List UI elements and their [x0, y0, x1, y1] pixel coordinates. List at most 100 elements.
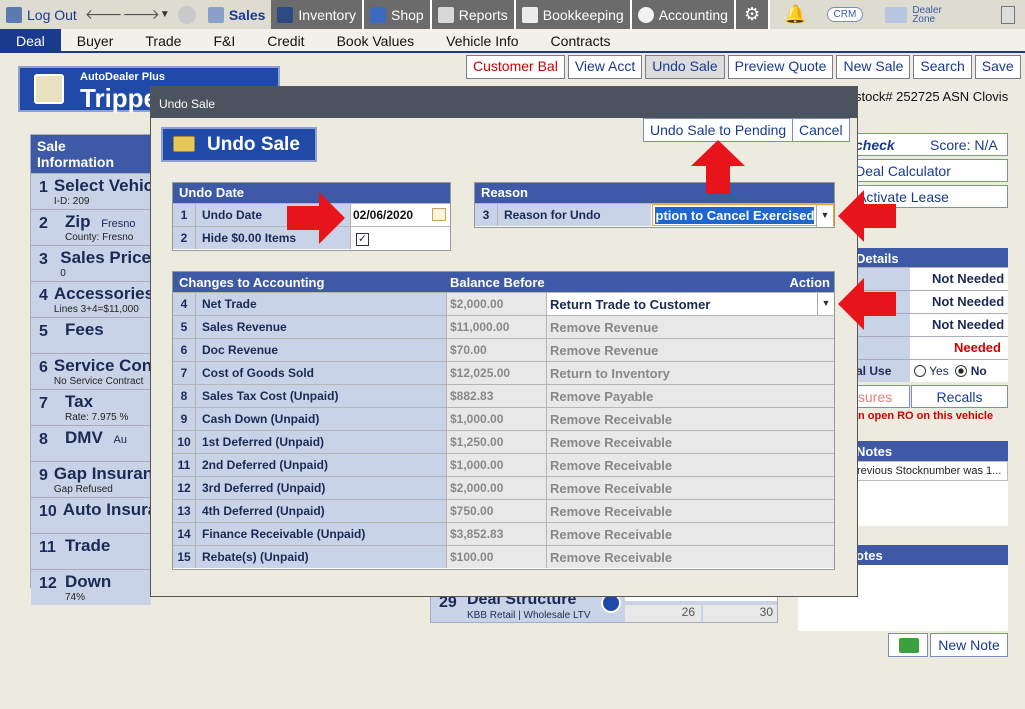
sale-info-row[interactable]: 3 Sales Price 0: [31, 245, 151, 281]
dealer-zone-button[interactable]: Dealer Zone: [879, 0, 947, 29]
stock-number: stock# 252725 ASN Clovis: [855, 89, 1009, 104]
sale-info-row[interactable]: 1 Select Vehicle I-D: 209: [31, 173, 168, 209]
sale-information-panel: Sale Information 1 Select Vehicle I-D: 209…: [30, 134, 190, 605]
preview-quote-button[interactable]: Preview Quote: [727, 55, 834, 79]
action-value: Remove Revenue: [546, 339, 834, 361]
hide-zero-checkbox[interactable]: ✓: [356, 233, 369, 246]
tab-buyer[interactable]: Buyer: [61, 29, 130, 51]
tab-book-values[interactable]: Book Values: [321, 29, 431, 51]
reason-select[interactable]: ption to Cancel Exercised ▼: [651, 204, 834, 227]
chevron-down-icon[interactable]: ▼: [816, 205, 833, 227]
radio-yes[interactable]: [914, 365, 926, 377]
user-icon[interactable]: [177, 5, 196, 24]
search-button[interactable]: Search: [913, 55, 972, 79]
save-button[interactable]: Save: [974, 55, 1021, 79]
view-acct-button[interactable]: View Acct: [567, 55, 643, 79]
sale-info-row[interactable]: 8 DMV Au: [31, 425, 151, 461]
calculator-button[interactable]: [995, 0, 1025, 29]
open-ro-warning: n open RO on this vehicle: [858, 410, 994, 422]
report-icon: [437, 6, 454, 23]
arrow-annotation-reason: [838, 190, 896, 242]
recalls-button[interactable]: Recalls: [911, 385, 1008, 408]
notifications-button[interactable]: 🔔: [770, 0, 820, 29]
sub-nav: Deal Buyer Trade F&I Credit Book Values …: [0, 29, 1025, 53]
nav-accounting[interactable]: Accounting: [631, 0, 736, 29]
tab-trade[interactable]: Trade: [129, 29, 197, 51]
calendar-icon[interactable]: [432, 208, 446, 221]
cancel-button[interactable]: Cancel: [792, 118, 850, 142]
sale-information-header: Sale Information: [31, 135, 151, 173]
radio-no[interactable]: [955, 365, 968, 377]
new-sale-button[interactable]: New Sale: [836, 55, 911, 79]
undo-sale-dialog: Undo Sale Undo Sale Undo Sale to Pending…: [150, 86, 858, 597]
nav-sales[interactable]: Sales: [201, 0, 272, 29]
sale-info-row[interactable]: 12 Down 74%: [31, 569, 151, 605]
bell-icon: 🔔: [784, 4, 807, 24]
settings-button[interactable]: ⚙: [735, 0, 771, 29]
action-value: Remove Revenue: [546, 316, 834, 338]
customer-bal-button[interactable]: Customer Bal: [466, 55, 565, 79]
accounting-row: 13 4th Deferred (Unpaid) $750.00 Remove Rec…: [173, 499, 834, 522]
accounting-changes-table: Changes to Accounting Balance Before Act…: [172, 271, 835, 570]
undo-sale-to-pending-button[interactable]: Undo Sale to Pending: [643, 118, 794, 142]
undo-date-input[interactable]: 02/06/2020: [350, 204, 450, 226]
action-value: Remove Payable: [546, 385, 834, 407]
salesperson-icon: [207, 6, 224, 23]
accounting-row: 5 Sales Revenue $11,000.00 Remove Revenue: [173, 315, 834, 338]
tab-contracts[interactable]: Contracts: [535, 29, 627, 51]
sale-info-row[interactable]: 10 Auto Insurance: [31, 497, 187, 533]
pie-chart-icon: [637, 6, 654, 23]
logout-link[interactable]: Log Out 🡐 🡒 ▼: [0, 0, 202, 29]
accounting-row: 15 Rebate(s) (Unpaid) $100.00 Remove Receiv…: [173, 545, 834, 568]
deal-structure-row[interactable]: 29 Deal Structure KBB Retail | Wholesale…: [430, 588, 778, 623]
tab-deal[interactable]: Deal: [0, 29, 61, 51]
folder-icon: [173, 136, 195, 152]
car-icon: [277, 6, 294, 23]
action-value: Remove Receivable: [546, 454, 834, 476]
tab-credit[interactable]: Credit: [251, 29, 320, 51]
nav-bookkeeping[interactable]: Bookkeeping: [515, 0, 632, 29]
chevron-down-icon[interactable]: ▼: [160, 9, 170, 20]
crm-cloud-icon: CRM: [826, 7, 864, 22]
add-note-icon-button[interactable]: [888, 633, 928, 657]
deal-toolbar: Customer Bal View Acct Undo Sale Preview…: [466, 55, 1021, 79]
sale-info-row[interactable]: 5 Fees: [31, 317, 151, 353]
accounting-row: 14 Finance Receivable (Unpaid) $3,852.83 Re…: [173, 522, 834, 545]
reason-row: 3 Reason for Undo ption to Cancel Exerci…: [475, 203, 834, 227]
forward-icon[interactable]: 🡒: [122, 6, 160, 23]
nav-shop[interactable]: Shop: [364, 0, 432, 29]
accounting-row: 6 Doc Revenue $70.00 Remove Revenue: [173, 338, 834, 361]
sale-info-row[interactable]: 11 Trade: [31, 533, 151, 569]
chevron-down-icon[interactable]: ▼: [817, 293, 834, 315]
action-select[interactable]: Return Trade to Customer ▼: [546, 293, 834, 315]
sale-info-row[interactable]: 7 Tax Rate: 7.975 %: [31, 389, 151, 425]
folder-add-icon: [899, 638, 919, 653]
action-value: Remove Receivable: [546, 477, 834, 499]
arrow-annotation-date: [287, 192, 345, 244]
undo-sale-button[interactable]: Undo Sale: [645, 55, 725, 79]
sale-info-row[interactable]: 2 Zip Fresno County: Fresno: [31, 209, 151, 245]
accounting-row: 4 Net Trade $2,000.00 Return Trade to Custo…: [173, 292, 834, 315]
accounting-row: 7 Cost of Goods Sold $12,025.00 Return to I…: [173, 361, 834, 384]
action-value: Remove Receivable: [546, 431, 834, 453]
tab-vehicle-info[interactable]: Vehicle Info: [430, 29, 534, 51]
dealer-zone-icon: [885, 6, 908, 23]
undo-sale-heading: Undo Sale: [161, 127, 317, 162]
nav-reports[interactable]: Reports: [431, 0, 516, 29]
clipboard-icon: [34, 74, 64, 104]
nav-inventory[interactable]: Inventory: [271, 0, 365, 29]
sale-info-row[interactable]: 6 Service Contract No Service Contract: [31, 353, 190, 389]
sale-info-row[interactable]: 4 Accessories Lines 3+4=$11,000: [31, 281, 155, 317]
accounting-row: 11 2nd Deferred (Unpaid) $1,000.00 Remove R…: [173, 453, 834, 476]
book-icon: [521, 6, 538, 23]
sale-info-row[interactable]: 9 Gap Insurance Gap Refused: [31, 461, 173, 497]
action-value: Remove Receivable: [546, 546, 834, 568]
action-value: Remove Receivable: [546, 523, 834, 545]
new-note-button[interactable]: New Note: [930, 633, 1008, 657]
action-value: Remove Receivable: [546, 500, 834, 522]
crm-button[interactable]: CRM: [821, 0, 870, 29]
back-icon[interactable]: 🡐: [85, 6, 123, 23]
arrow-annotation-pending: [691, 140, 745, 194]
arrow-annotation-action: [838, 278, 896, 330]
tab-fi[interactable]: F&I: [197, 29, 251, 51]
